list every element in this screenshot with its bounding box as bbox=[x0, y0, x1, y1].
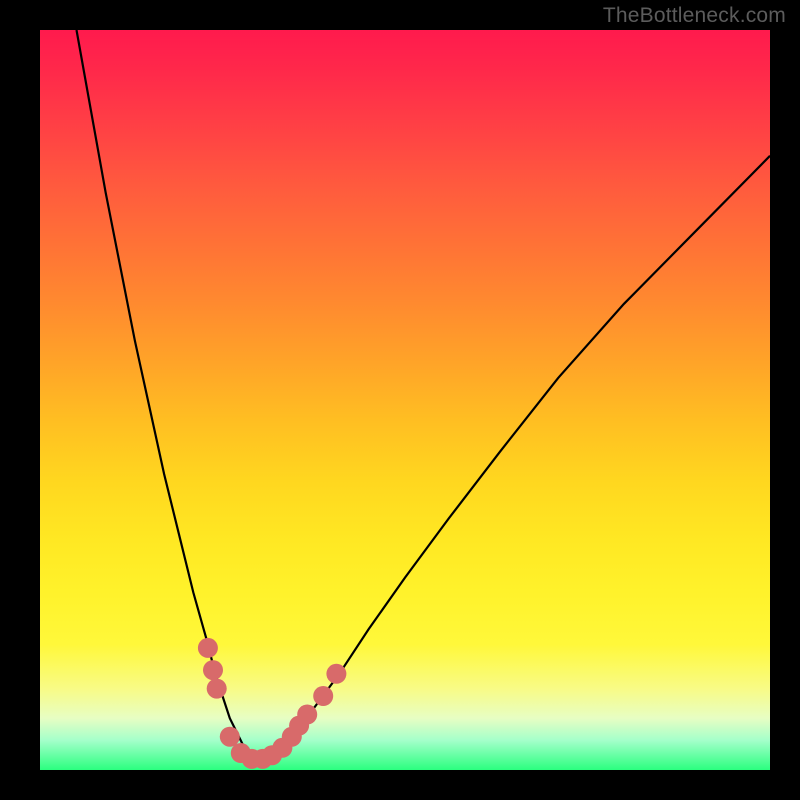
curve-marker bbox=[326, 664, 346, 684]
curve-marker bbox=[313, 686, 333, 706]
curve-marker bbox=[198, 638, 218, 658]
curve-markers bbox=[40, 30, 770, 770]
curve-marker bbox=[203, 660, 223, 680]
curve-marker bbox=[220, 727, 240, 747]
curve-marker bbox=[207, 679, 227, 699]
watermark-text: TheBottleneck.com bbox=[603, 4, 786, 28]
curve-marker bbox=[297, 705, 317, 725]
